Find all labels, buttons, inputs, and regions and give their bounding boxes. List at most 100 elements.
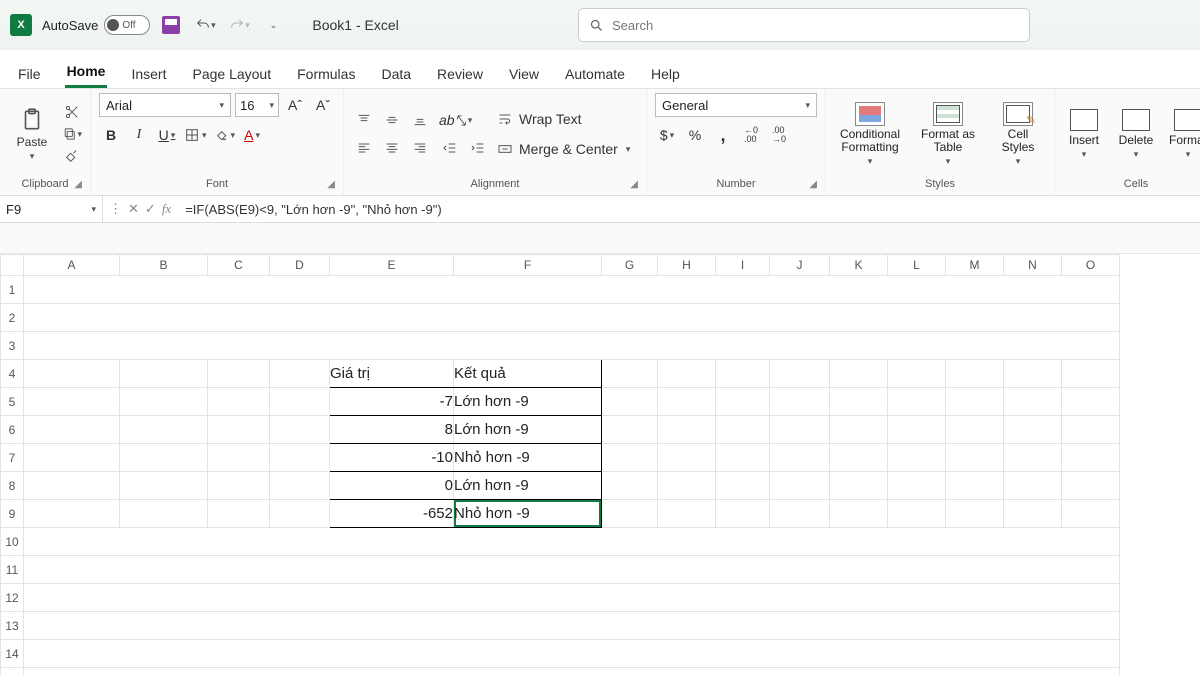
formula-input[interactable]: =IF(ABS(E9)<9, "Lớn hơn -9", "Nhỏ hơn -9… bbox=[177, 196, 1200, 222]
save-button[interactable] bbox=[160, 14, 182, 36]
cell[interactable] bbox=[946, 444, 1004, 472]
row-header[interactable]: 15 bbox=[1, 668, 24, 675]
tab-file[interactable]: File bbox=[16, 60, 43, 88]
cell[interactable] bbox=[888, 360, 946, 388]
cell[interactable] bbox=[1062, 444, 1120, 472]
cell[interactable] bbox=[830, 444, 888, 472]
dialog-launcher-icon[interactable]: ◢ bbox=[630, 179, 638, 190]
row-header[interactable]: 6 bbox=[1, 416, 24, 444]
cell-F8[interactable]: Lớn hơn -9 bbox=[454, 472, 602, 500]
cell[interactable] bbox=[716, 500, 770, 528]
cell[interactable] bbox=[1062, 472, 1120, 500]
cell[interactable] bbox=[830, 472, 888, 500]
cell[interactable] bbox=[24, 556, 1120, 584]
decrease-font-button[interactable]: Aˇ bbox=[311, 93, 335, 117]
tab-view[interactable]: View bbox=[507, 60, 541, 88]
dialog-launcher-icon[interactable]: ◢ bbox=[327, 179, 335, 190]
cell-E7[interactable]: -10 bbox=[330, 444, 454, 472]
col-header[interactable]: M bbox=[946, 255, 1004, 276]
qat-customize[interactable]: ⌄ bbox=[262, 14, 284, 36]
formula-more-icon[interactable]: ⋮ bbox=[109, 201, 122, 217]
cell[interactable] bbox=[24, 500, 120, 528]
col-header[interactable]: C bbox=[208, 255, 270, 276]
autosave-control[interactable]: AutoSave Off bbox=[42, 15, 150, 35]
row-header[interactable]: 14 bbox=[1, 640, 24, 668]
cell[interactable] bbox=[602, 444, 658, 472]
cell[interactable] bbox=[1004, 444, 1062, 472]
bold-button[interactable]: B bbox=[99, 123, 123, 147]
autosave-toggle[interactable]: Off bbox=[104, 15, 150, 35]
col-header[interactable]: F bbox=[454, 255, 602, 276]
cell[interactable] bbox=[270, 388, 330, 416]
cell[interactable] bbox=[602, 472, 658, 500]
cell[interactable] bbox=[270, 360, 330, 388]
merge-center-button[interactable]: Merge & Center ▾ bbox=[496, 137, 638, 161]
cell[interactable] bbox=[24, 528, 1120, 556]
cell-E8[interactable]: 0 bbox=[330, 472, 454, 500]
col-header[interactable]: H bbox=[658, 255, 716, 276]
row-header[interactable]: 10 bbox=[1, 528, 24, 556]
increase-indent-button[interactable] bbox=[466, 136, 490, 160]
cell[interactable] bbox=[120, 360, 208, 388]
cell[interactable] bbox=[770, 472, 830, 500]
cell-E4[interactable]: Giá trị bbox=[330, 360, 454, 388]
cell[interactable] bbox=[830, 360, 888, 388]
cell[interactable] bbox=[946, 472, 1004, 500]
orientation-button[interactable]: ab⤡▾ bbox=[438, 108, 473, 132]
italic-button[interactable]: I bbox=[127, 123, 151, 147]
row-header[interactable]: 4 bbox=[1, 360, 24, 388]
cell[interactable] bbox=[270, 416, 330, 444]
cell[interactable] bbox=[24, 640, 1120, 668]
col-header[interactable]: N bbox=[1004, 255, 1062, 276]
row-header[interactable]: 5 bbox=[1, 388, 24, 416]
cell-E6[interactable]: 8 bbox=[330, 416, 454, 444]
cell[interactable] bbox=[658, 500, 716, 528]
undo-button[interactable]: ▾ bbox=[194, 14, 216, 36]
cell-F9-selected[interactable]: Nhỏ hơn -9 bbox=[454, 500, 602, 528]
row-header[interactable]: 12 bbox=[1, 584, 24, 612]
cell-E9[interactable]: -652 bbox=[330, 500, 454, 528]
cell[interactable] bbox=[1062, 360, 1120, 388]
cancel-formula-button[interactable]: ✕ bbox=[128, 201, 139, 217]
cell-styles-button[interactable]: Cell Styles▾ bbox=[990, 102, 1046, 167]
cell[interactable] bbox=[270, 500, 330, 528]
cell[interactable] bbox=[1004, 388, 1062, 416]
increase-font-button[interactable]: Aˆ bbox=[283, 93, 307, 117]
cell-F4[interactable]: Kết quả bbox=[454, 360, 602, 388]
tab-formulas[interactable]: Formulas bbox=[295, 60, 357, 88]
align-bottom-button[interactable] bbox=[408, 108, 432, 132]
align-top-button[interactable] bbox=[352, 108, 376, 132]
cell[interactable] bbox=[888, 444, 946, 472]
col-header[interactable]: E bbox=[330, 255, 454, 276]
underline-button[interactable]: U▾ bbox=[155, 123, 179, 147]
font-color-button[interactable]: A▾ bbox=[240, 123, 264, 147]
number-format-select[interactable]: General▾ bbox=[655, 93, 817, 117]
cell-E5[interactable]: -7 bbox=[330, 388, 454, 416]
format-as-table-button[interactable]: Format as Table▾ bbox=[912, 102, 984, 167]
insert-cells-button[interactable]: Insert▾ bbox=[1063, 109, 1105, 160]
dialog-launcher-icon[interactable]: ◢ bbox=[74, 179, 82, 190]
name-box[interactable]: F9▾ bbox=[0, 196, 103, 222]
cut-button[interactable] bbox=[62, 103, 82, 121]
cell[interactable] bbox=[24, 416, 120, 444]
cell-F5[interactable]: Lớn hơn -9 bbox=[454, 388, 602, 416]
cell[interactable] bbox=[24, 304, 1120, 332]
align-left-button[interactable] bbox=[352, 136, 376, 160]
col-header[interactable]: O bbox=[1062, 255, 1120, 276]
cell[interactable] bbox=[1004, 416, 1062, 444]
cell[interactable] bbox=[208, 500, 270, 528]
cell[interactable] bbox=[120, 388, 208, 416]
cell[interactable] bbox=[270, 472, 330, 500]
cell[interactable] bbox=[120, 416, 208, 444]
cell[interactable] bbox=[602, 500, 658, 528]
cell[interactable] bbox=[946, 360, 1004, 388]
format-painter-button[interactable] bbox=[62, 147, 82, 165]
cell[interactable] bbox=[946, 388, 1004, 416]
cell[interactable] bbox=[120, 472, 208, 500]
worksheet-grid[interactable]: A B C D E F G H I J K L M N O 1 2 3 4 Gi… bbox=[0, 254, 1200, 675]
cell[interactable] bbox=[24, 276, 1120, 304]
conditional-formatting-button[interactable]: Conditional Formatting▾ bbox=[834, 102, 906, 167]
col-header[interactable]: L bbox=[888, 255, 946, 276]
row-header[interactable]: 11 bbox=[1, 556, 24, 584]
row-header[interactable]: 9 bbox=[1, 500, 24, 528]
